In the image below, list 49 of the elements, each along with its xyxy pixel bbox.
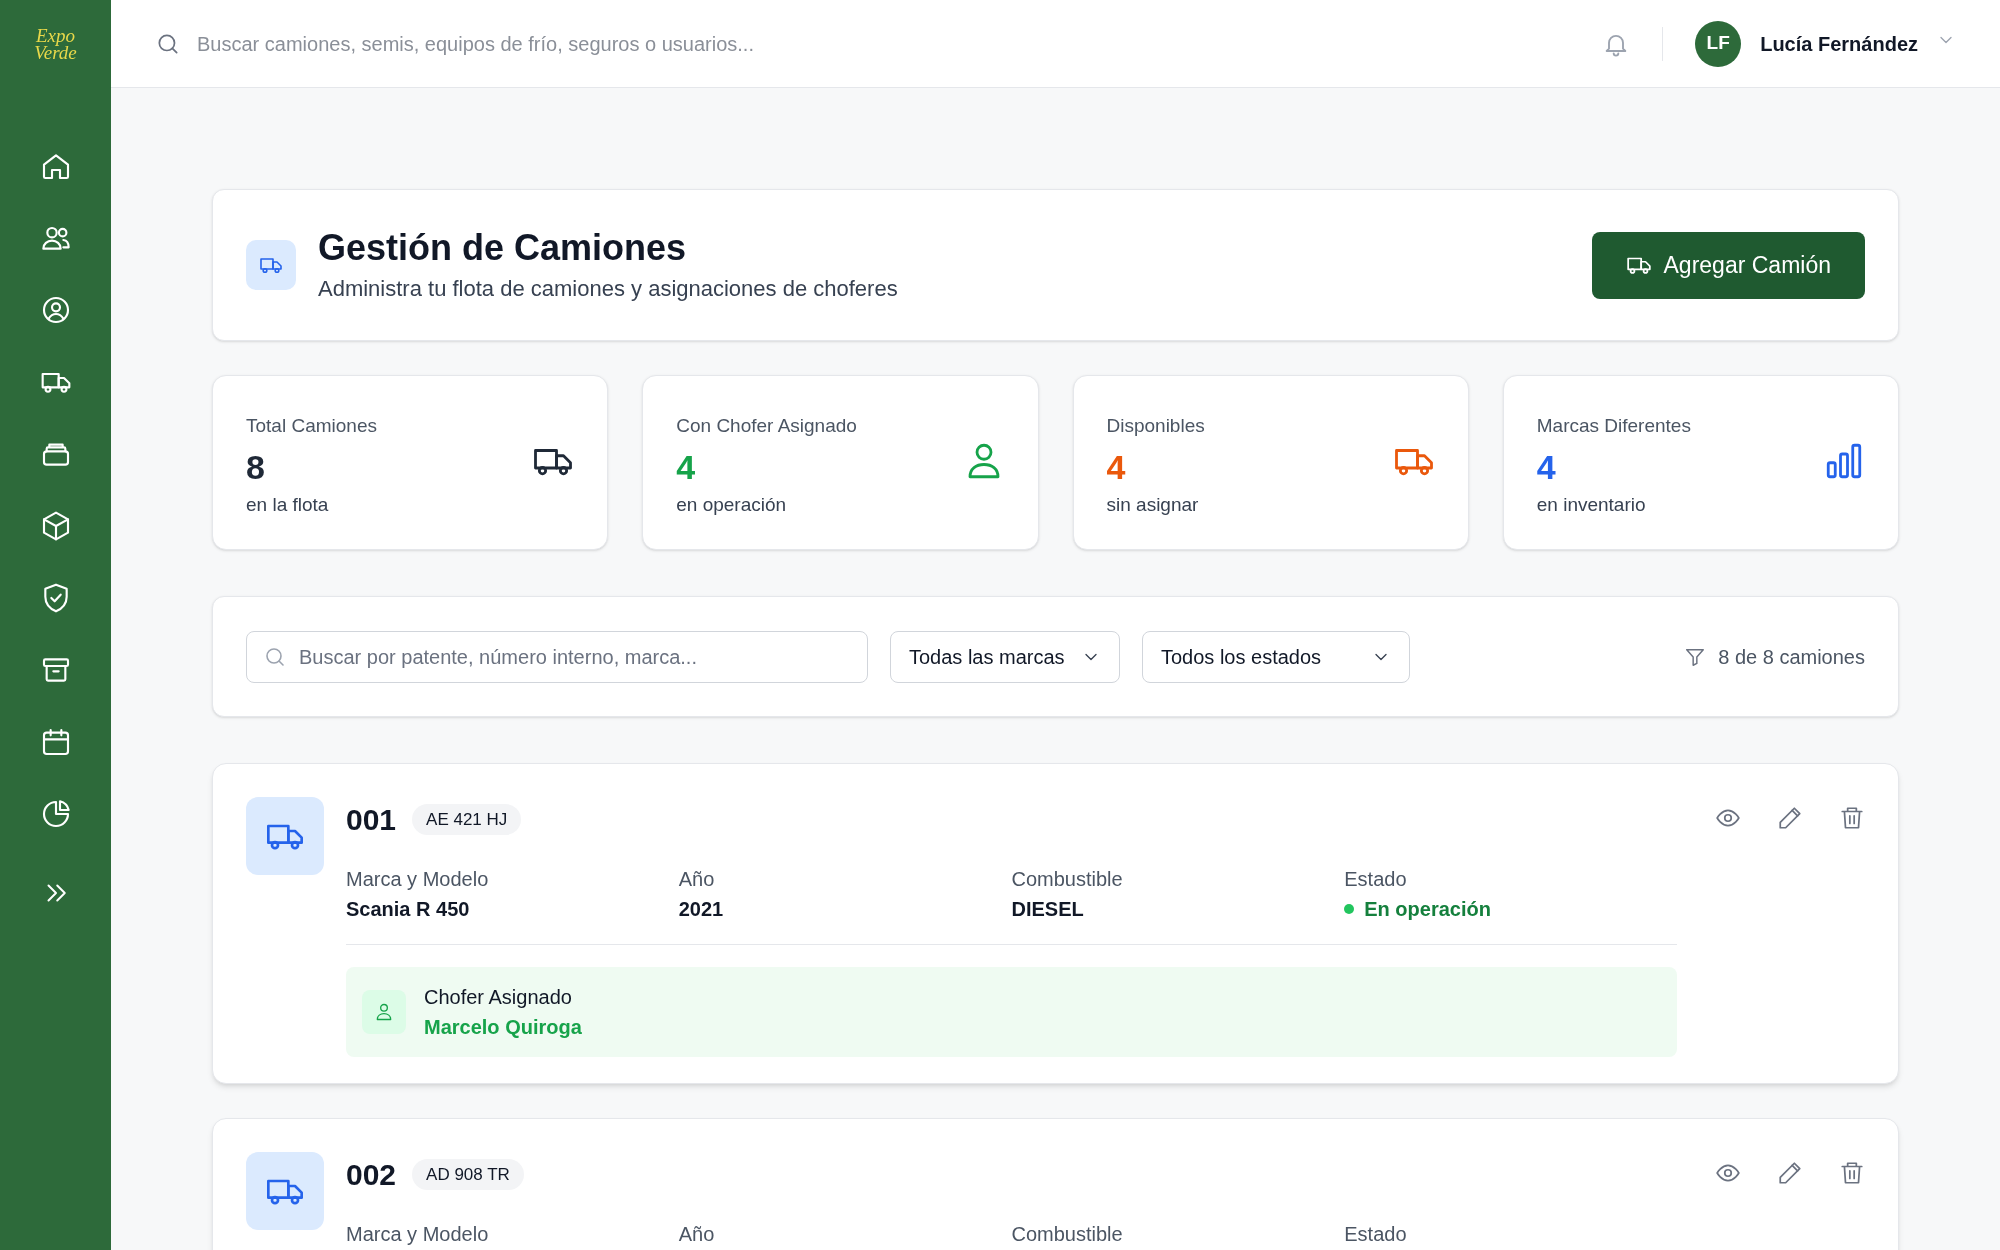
edit-icon[interactable] xyxy=(1777,805,1803,831)
field-value: 2021 xyxy=(678,897,725,922)
field-label: Año xyxy=(678,867,716,892)
stat-value: 4 xyxy=(676,446,697,487)
field-label: Combustible xyxy=(1011,867,1124,892)
add-truck-button[interactable]: Agregar Camión xyxy=(1591,231,1865,299)
truck-badge-icon xyxy=(246,1152,324,1230)
status-select[interactable]: Todos los estados xyxy=(1142,630,1410,683)
stat-label: Marcas Diferentes xyxy=(1536,414,1691,438)
stat-caption: en la flota xyxy=(246,492,330,517)
stat-caption: en inventario xyxy=(1536,492,1647,517)
brand-select[interactable]: Todas las marcas xyxy=(890,630,1120,683)
user-name[interactable]: Lucía Fernández xyxy=(1760,28,1918,59)
search-input[interactable]: Buscar por patente, número interno, marca... xyxy=(299,641,851,672)
plate-tag: AE 421 HJ xyxy=(412,803,522,836)
truck-badge-icon xyxy=(246,240,296,290)
field-label: Estado xyxy=(1344,1222,1408,1247)
stat-label: Con Chofer Asignado xyxy=(676,414,857,438)
field-label: Combustible xyxy=(1011,1222,1124,1247)
truck-badge-icon xyxy=(246,797,324,875)
delete-icon[interactable] xyxy=(1839,1160,1865,1186)
stat-label: Total Camiones xyxy=(246,414,377,438)
edit-icon[interactable] xyxy=(1777,1160,1803,1186)
field-label: Año xyxy=(678,1222,716,1247)
stat-caption: sin asignar xyxy=(1106,492,1200,517)
truck-count: 8 de 8 camiones xyxy=(1718,644,1865,670)
stat-value: 4 xyxy=(1536,446,1557,487)
truck-number: 001 xyxy=(346,802,397,838)
field-label: Estado xyxy=(1344,867,1408,892)
user-avatar[interactable]: LF xyxy=(1695,20,1742,67)
logo: Expo Verde xyxy=(34,27,77,61)
stat-label: Disponibles xyxy=(1106,414,1205,438)
status-value: En operación xyxy=(1364,897,1491,922)
field-value: Scania R 450 xyxy=(346,897,471,922)
stat-value: 8 xyxy=(246,446,266,487)
field-label: Marca y Modelo xyxy=(346,867,490,892)
field-value: DIESEL xyxy=(1011,897,1085,922)
driver-label: Chofer Asignado xyxy=(424,985,573,1010)
plate-tag: AD 908 TR xyxy=(412,1158,524,1191)
filter-search-field[interactable]: Buscar por patente, número interno, marca... xyxy=(246,630,868,683)
stat-value: 4 xyxy=(1106,446,1127,487)
delete-icon[interactable] xyxy=(1839,805,1865,831)
field-label: Marca y Modelo xyxy=(346,1222,490,1247)
truck-number: 002 xyxy=(346,1157,397,1193)
page-title: Gestión de Camiones xyxy=(318,225,688,270)
person-badge-icon xyxy=(362,990,406,1034)
stat-caption: en operación xyxy=(676,492,788,517)
page-subtitle: Administra tu flota de camiones y asignaciones de choferes xyxy=(318,274,898,303)
search-input[interactable]: Buscar camiones, semis, equipos de frío, seguros o usuarios... xyxy=(197,28,1603,59)
